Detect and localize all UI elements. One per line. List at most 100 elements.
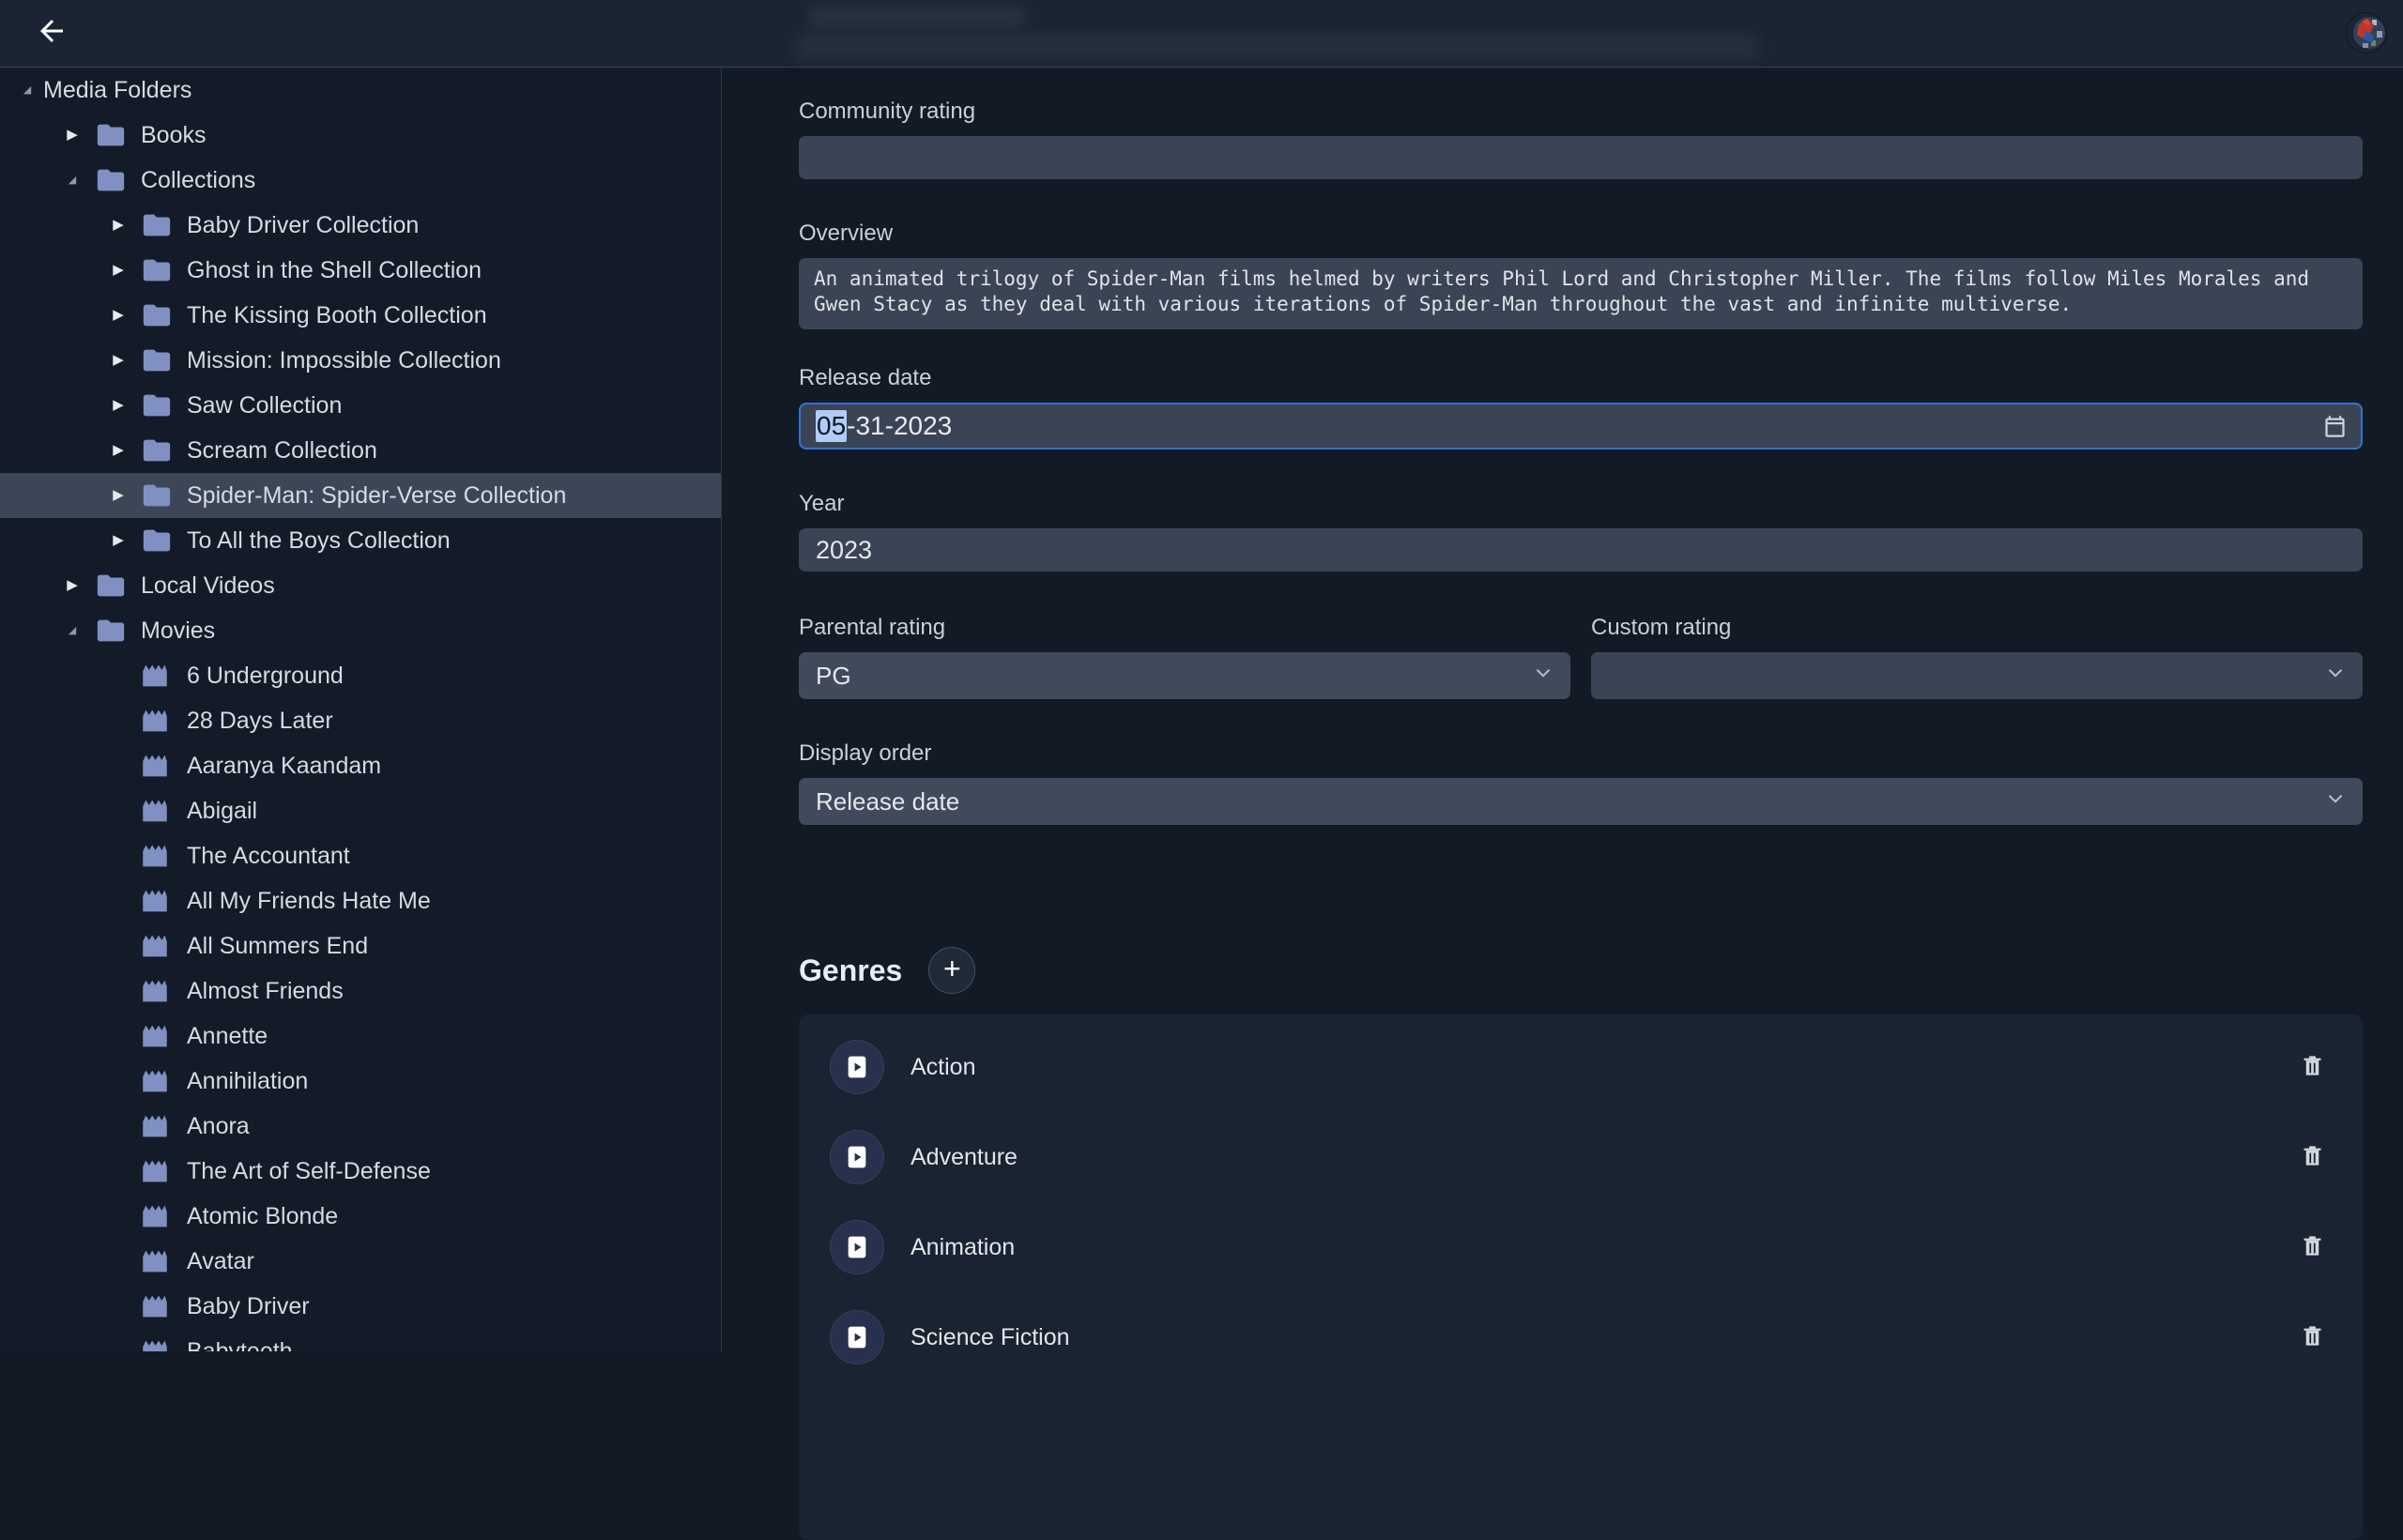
tree-item-label: The Kissing Booth Collection (187, 302, 487, 329)
parental-rating-select[interactable]: PG (799, 652, 1570, 699)
tree-item-scream-collection[interactable]: ▶ Scream Collection (0, 428, 721, 473)
expand-toggle-icon[interactable]: ▶ (58, 113, 86, 158)
tree-item-local-videos[interactable]: ▶ Local Videos (0, 563, 721, 608)
tree-item-mission-impossible-collection[interactable]: ▶ Mission: Impossible Collection (0, 338, 721, 383)
trash-icon (2300, 1053, 2325, 1081)
tree-item-atomic-blonde[interactable]: Atomic Blonde (0, 1194, 721, 1239)
collapse-toggle-icon[interactable]: ◢ (58, 608, 86, 653)
delete-genre-button[interactable] (2296, 1049, 2329, 1085)
genre-label: Action (911, 1054, 2296, 1081)
tree-item-movies[interactable]: ◢ Movies (0, 608, 721, 653)
tree-item-label: Baby Driver (187, 1293, 310, 1320)
tree-item-the-accountant[interactable]: The Accountant (0, 833, 721, 878)
delete-genre-button[interactable] (2296, 1139, 2329, 1175)
overview-label: Overview (799, 221, 2363, 247)
collapse-toggle-icon[interactable]: ◢ (13, 68, 41, 113)
release-date-input[interactable]: 05-31-2023 (799, 403, 2363, 450)
display-order-select[interactable]: Release date (799, 778, 2363, 825)
genre-icon[interactable] (830, 1310, 884, 1365)
parental-rating-label: Parental rating (799, 615, 1570, 641)
expand-toggle-icon[interactable]: ▶ (104, 428, 132, 473)
movie-icon (138, 750, 176, 782)
genre-icon[interactable] (830, 1130, 884, 1184)
tree-item-label: Scream Collection (187, 437, 377, 465)
tree-item-avatar[interactable]: Avatar (0, 1239, 721, 1284)
date-rest-segment: -31-2023 (847, 411, 952, 441)
community-rating-field: Community rating (799, 99, 2363, 179)
tree-item-28-days-later[interactable]: 28 Days Later (0, 698, 721, 743)
tree-item-ghost-in-the-shell-collection[interactable]: ▶ Ghost in the Shell Collection (0, 248, 721, 293)
expand-toggle-icon[interactable]: ▶ (104, 473, 132, 518)
year-field: Year (799, 491, 2363, 572)
genre-row-action: Action (799, 1022, 2363, 1112)
parental-rating-value: PG (816, 662, 851, 691)
tree-item-to-all-the-boys-collection[interactable]: ▶ To All the Boys Collection (0, 518, 721, 563)
folder-icon (92, 615, 130, 647)
blurred-content-line (796, 34, 1758, 60)
expand-toggle-icon[interactable]: ▶ (104, 518, 132, 563)
tree-item-almost-friends[interactable]: Almost Friends (0, 968, 721, 1014)
expand-toggle-icon[interactable]: ▶ (104, 293, 132, 338)
delete-genre-button[interactable] (2296, 1319, 2329, 1355)
tree-item-collections[interactable]: ◢ Collections (0, 158, 721, 203)
add-genre-button[interactable]: + (928, 947, 975, 994)
tree-item-label: Baby Driver Collection (187, 212, 419, 239)
tree-item-baby-driver-collection[interactable]: ▶ Baby Driver Collection (0, 203, 721, 248)
calendar-icon[interactable] (2322, 414, 2348, 446)
back-button[interactable] (32, 14, 71, 53)
expand-toggle-icon[interactable]: ▶ (58, 563, 86, 608)
tree-item-abigail[interactable]: Abigail (0, 788, 721, 833)
folder-icon (138, 525, 176, 557)
tree-item-6-underground[interactable]: 6 Underground (0, 653, 721, 698)
movie-icon (138, 840, 176, 872)
tree-item-the-kissing-booth-collection[interactable]: ▶ The Kissing Booth Collection (0, 293, 721, 338)
overview-textarea[interactable]: An animated trilogy of Spider-Man films … (799, 258, 2363, 329)
year-label: Year (799, 491, 2363, 517)
tree-item-all-my-friends-hate-me[interactable]: All My Friends Hate Me (0, 878, 721, 923)
tree-item-label: Anora (187, 1113, 250, 1140)
tree-item-label: Spider-Man: Spider-Verse Collection (187, 482, 566, 510)
tree-item-label: Local Videos (141, 572, 275, 600)
tree-item-baby-driver[interactable]: Baby Driver (0, 1284, 721, 1329)
user-avatar[interactable] (2346, 12, 2387, 53)
tree-item-label: Aaranya Kaandam (187, 753, 381, 780)
tree-item-babyteeth[interactable]: Babyteeth (0, 1329, 721, 1351)
tree-item-aaranya-kaandam[interactable]: Aaranya Kaandam (0, 743, 721, 788)
tree-item-annihilation[interactable]: Annihilation (0, 1059, 721, 1104)
tree-item-spider-man-spider-verse-collection[interactable]: ▶ Spider-Man: Spider-Verse Collection (0, 473, 721, 518)
movie-icon (138, 1155, 176, 1187)
expand-toggle-icon[interactable]: ▶ (104, 338, 132, 383)
tree-item-annette[interactable]: Annette (0, 1014, 721, 1059)
tree-item-saw-collection[interactable]: ▶ Saw Collection (0, 383, 721, 428)
custom-rating-select[interactable] (1591, 652, 2363, 699)
genre-icon[interactable] (830, 1220, 884, 1274)
tree-item-all-summers-end[interactable]: All Summers End (0, 923, 721, 968)
movie-icon (138, 795, 176, 827)
tree-item-books[interactable]: ▶ Books (0, 113, 721, 158)
tree-item-media-folders[interactable]: ◢ Media Folders (0, 68, 721, 113)
expand-toggle-icon[interactable]: ▶ (104, 203, 132, 248)
movie-icon (138, 660, 176, 692)
year-input[interactable] (799, 528, 2363, 572)
genre-row-animation: Animation (799, 1202, 2363, 1292)
spider-man-avatar-image (2346, 42, 2387, 53)
expand-toggle-icon[interactable]: ▶ (104, 248, 132, 293)
custom-rating-field: Custom rating (1591, 615, 2363, 699)
community-rating-input[interactable] (799, 136, 2363, 179)
metadata-editor-panel: Community rating Overview An animated tr… (722, 68, 2403, 1351)
genre-icon[interactable] (830, 1040, 884, 1094)
movie-icon (138, 930, 176, 962)
overview-field: Overview An animated trilogy of Spider-M… (799, 221, 2363, 329)
collapse-toggle-icon[interactable]: ◢ (58, 158, 86, 203)
genre-label: Animation (911, 1234, 2296, 1261)
tree-item-anora[interactable]: Anora (0, 1104, 721, 1149)
tree-item-label: 6 Underground (187, 663, 344, 690)
trash-icon (2300, 1143, 2325, 1171)
movie-icon (138, 1290, 176, 1322)
tree-item-the-art-of-self-defense[interactable]: The Art of Self-Defense (0, 1149, 721, 1194)
tree-item-label: All Summers End (187, 933, 368, 960)
movie-icon (138, 975, 176, 1007)
delete-genre-button[interactable] (2296, 1229, 2329, 1265)
release-date-label: Release date (799, 365, 2363, 391)
expand-toggle-icon[interactable]: ▶ (104, 383, 132, 428)
